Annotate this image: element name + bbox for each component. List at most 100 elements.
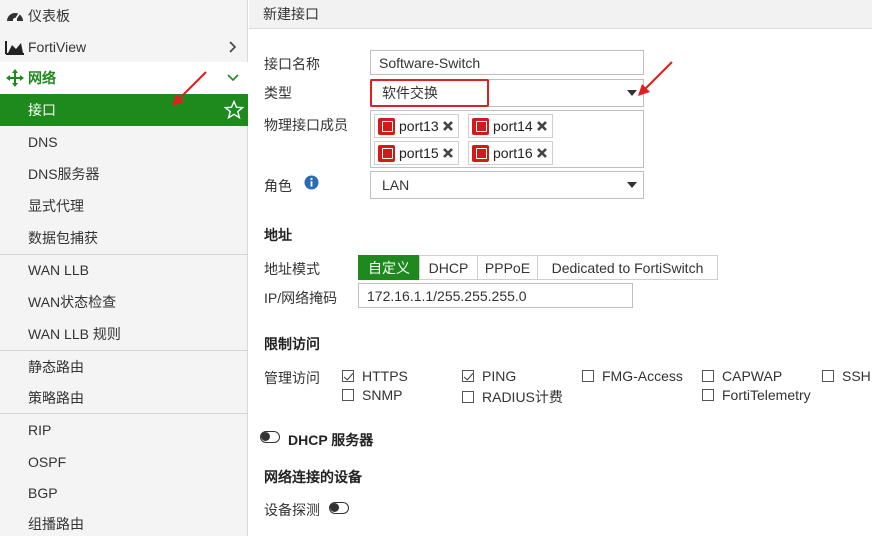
sidebar-item-label: 显式代理 [28, 198, 84, 214]
sidebar-item-label: 接口 [28, 102, 56, 118]
port-icon [472, 144, 489, 162]
checkbox-checked [462, 370, 474, 382]
sidebar-item-label: FortiView [28, 39, 87, 55]
segment-label: 自定义 [368, 259, 410, 276]
interface-name-label: 接口名称 [264, 56, 320, 72]
access-capwap-checkbox[interactable]: CAPWAP [702, 368, 782, 384]
sidebar-item-policy-routes[interactable]: 策略路由 [0, 382, 248, 414]
remove-icon[interactable] [441, 146, 455, 160]
access-https-checkbox[interactable]: HTTPS [342, 368, 408, 384]
checkbox-unchecked [702, 389, 714, 401]
page-title: 新建接口 [263, 6, 319, 22]
sidebar-item-dns-server[interactable]: DNS服务器 [0, 158, 248, 190]
chart-icon [4, 38, 26, 56]
admin-access-label: 管理访问 [264, 370, 320, 386]
sidebar-item-packet-capture[interactable]: 数据包捕获 [0, 222, 248, 254]
connected-devices-title: 网络连接的设备 [264, 469, 362, 485]
sidebar-item-network[interactable]: 网络 [0, 62, 248, 94]
checkbox-unchecked [342, 389, 354, 401]
sidebar-item-label: DNS服务器 [28, 166, 100, 182]
sidebar-item-explicit-proxy[interactable]: 显式代理 [0, 190, 248, 222]
checkbox-label: RADIUS计费 [482, 389, 563, 405]
member-tag-port15[interactable]: port15 [374, 141, 459, 165]
info-icon[interactable] [304, 175, 319, 190]
sidebar-item-label: 数据包捕获 [28, 230, 98, 246]
port-icon [378, 144, 395, 162]
checkbox-label: FMG-Access [602, 368, 683, 384]
checkbox-label: HTTPS [362, 368, 408, 384]
sidebar-item-label: DNS [28, 134, 58, 150]
access-radius-checkbox[interactable]: RADIUS计费 [462, 387, 563, 407]
dhcp-server-label: DHCP 服务器 [288, 432, 374, 448]
dashboard-icon [4, 7, 26, 25]
device-detection-label: 设备探测 [264, 502, 320, 518]
member-label: port13 [399, 118, 439, 134]
role-select[interactable]: LAN [370, 171, 644, 199]
port-icon [472, 117, 489, 135]
sidebar-item-wan-llb-rules[interactable]: WAN LLB 规则 [0, 318, 248, 350]
restrict-section-title: 限制访问 [264, 336, 320, 352]
ip-mask-value: 172.16.1.1/255.255.255.0 [367, 287, 527, 304]
member-label: port15 [399, 145, 439, 161]
segment-label: DHCP [428, 259, 469, 276]
type-label: 类型 [264, 85, 292, 101]
sidebar-item-label: RIP [28, 422, 52, 438]
sidebar-item-static-routes[interactable]: 静态路由 [0, 351, 248, 383]
sidebar-item-dns[interactable]: DNS [0, 126, 248, 158]
sidebar-item-label: 静态路由 [28, 359, 84, 375]
checkbox-unchecked [702, 370, 714, 382]
sidebar-item-fortiview[interactable]: FortiView [0, 31, 248, 63]
address-mode-fortiswitch[interactable]: Dedicated to FortiSwitch [537, 255, 718, 280]
address-section-title: 地址 [264, 227, 292, 243]
member-tag-port14[interactable]: port14 [468, 114, 553, 138]
sidebar-item-dashboard[interactable]: 仪表板 [0, 0, 248, 32]
access-fmg-checkbox[interactable]: FMG-Access [582, 368, 683, 384]
annotation-arrow-icon [638, 61, 673, 96]
star-icon[interactable] [223, 99, 245, 120]
sidebar-item-label: 策略路由 [28, 390, 84, 406]
checkbox-label: SNMP [362, 387, 403, 403]
access-ping-checkbox[interactable]: PING [462, 368, 516, 384]
sidebar-item-wan-status-check[interactable]: WAN状态检查 [0, 286, 248, 318]
sidebar-item-label: OSPF [28, 454, 67, 470]
highlight-box [370, 79, 489, 107]
address-mode-pppoe[interactable]: PPPoE [477, 255, 538, 280]
checkbox-label: PING [482, 368, 517, 384]
access-snmp-checkbox[interactable]: SNMP [342, 387, 402, 403]
sidebar-item-ospf[interactable]: OSPF [0, 446, 248, 478]
member-tag-port13[interactable]: port13 [374, 114, 459, 138]
port-icon [378, 117, 395, 135]
checkbox-label: CAPWAP [722, 368, 783, 384]
ip-mask-input[interactable]: 172.16.1.1/255.255.255.0 [358, 283, 633, 308]
access-ssh-checkbox[interactable]: SSH [822, 368, 871, 384]
sidebar-item-label: BGP [28, 485, 58, 501]
remove-icon[interactable] [535, 119, 549, 133]
checkbox-unchecked [582, 370, 594, 382]
chevron-right-icon [226, 38, 240, 56]
network-move-icon [4, 69, 26, 87]
segment-label: PPPoE [484, 259, 531, 276]
interface-name-input[interactable]: Software-Switch [370, 50, 644, 75]
access-fortitelemetry-checkbox[interactable]: FortiTelemetry [702, 387, 811, 403]
checkbox-unchecked [462, 391, 474, 403]
address-mode-dhcp[interactable]: DHCP [419, 255, 478, 280]
sidebar-item-interfaces[interactable]: 接口 [0, 94, 248, 126]
member-label: port14 [493, 118, 533, 134]
member-tag-port16[interactable]: port16 [468, 141, 553, 165]
address-mode-label: 地址模式 [264, 261, 320, 277]
checkbox-unchecked [822, 370, 834, 382]
checkbox-label: FortiTelemetry [722, 387, 811, 403]
sidebar-item-label: WAN LLB 规则 [28, 326, 121, 342]
sidebar-item-rip[interactable]: RIP [0, 414, 248, 446]
members-label: 物理接口成员 [264, 117, 348, 133]
sidebar-item-wan-llb[interactable]: WAN LLB [0, 254, 248, 286]
sidebar-item-bgp[interactable]: BGP [0, 477, 248, 509]
sidebar-item-label: 仪表板 [28, 8, 70, 24]
sidebar-item-multicast-routing[interactable]: 组播路由 [0, 508, 248, 536]
address-mode-manual[interactable]: 自定义 [358, 255, 420, 280]
remove-icon[interactable] [535, 146, 549, 160]
remove-icon[interactable] [441, 119, 455, 133]
dhcp-server-toggle[interactable] [260, 431, 280, 443]
device-detection-toggle[interactable] [329, 502, 349, 514]
member-label: port16 [493, 145, 533, 161]
